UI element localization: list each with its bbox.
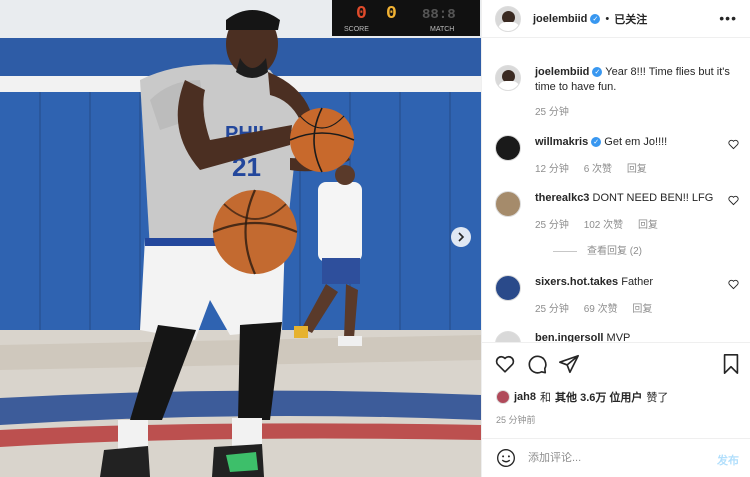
verified-badge-icon: ✓ bbox=[591, 137, 602, 148]
comment-avatar[interactable] bbox=[495, 275, 521, 301]
post-comment-button[interactable]: 发布 bbox=[717, 452, 739, 468]
scoreboard-digit-left: 0 bbox=[356, 4, 367, 24]
more-options-icon[interactable]: ••• bbox=[719, 10, 737, 26]
follow-status-button[interactable]: 已关注 bbox=[614, 11, 647, 27]
scoreboard-label-left: SCORE bbox=[344, 26, 369, 33]
comment-avatar[interactable] bbox=[495, 331, 521, 342]
comment-meta: 12 分钟 6 次赞 回复 bbox=[535, 160, 659, 175]
author-username[interactable]: joelembiid bbox=[533, 13, 587, 25]
comment-username[interactable]: therealkc3 bbox=[535, 192, 589, 204]
heart-icon[interactable] bbox=[728, 139, 739, 150]
author-avatar[interactable] bbox=[495, 5, 521, 32]
emoji-icon[interactable] bbox=[496, 448, 516, 468]
comment-text: therealkc3 DONT NEED BEN!! LFG bbox=[535, 191, 731, 206]
header-dot-separator: • bbox=[605, 12, 610, 25]
post-header: joelembiid ✓ • 已关注 ••• bbox=[482, 0, 750, 38]
caption-text: joelembiid ✓ Year 8!!! Time flies but it'… bbox=[535, 65, 731, 95]
heart-icon[interactable] bbox=[728, 279, 739, 290]
comment-body: Get em Jo!!!! bbox=[604, 136, 668, 148]
liker-avatar[interactable] bbox=[496, 390, 510, 404]
likes-suffix: 赞了 bbox=[646, 392, 669, 404]
comment-body: Father bbox=[621, 276, 654, 288]
comment-time: 25 分钟 bbox=[535, 220, 569, 231]
comment-likes[interactable]: 6 次赞 bbox=[584, 164, 612, 175]
comment-avatar[interactable] bbox=[495, 191, 521, 217]
comment-text: sixers.hot.takes Father bbox=[535, 275, 731, 290]
view-replies-button[interactable]: 查看回复 (2) bbox=[535, 242, 642, 257]
comment-username[interactable]: sixers.hot.takes bbox=[535, 276, 618, 288]
view-replies-label[interactable]: 查看回复 (2) bbox=[587, 246, 642, 257]
scoreboard-label-right: MATCH bbox=[430, 26, 454, 33]
verified-badge-icon: ✓ bbox=[592, 67, 603, 78]
comments-list[interactable]: joelembiid ✓ Year 8!!! Time flies but it'… bbox=[482, 39, 750, 342]
next-photo-button[interactable] bbox=[451, 227, 471, 247]
add-comment-bar: 发布 bbox=[482, 438, 750, 477]
comment-avatar[interactable] bbox=[495, 135, 521, 161]
likes-others[interactable]: 其他 3.6万 位用户 bbox=[555, 389, 642, 405]
comment-reply-button[interactable]: 回复 bbox=[627, 164, 647, 175]
caption-username[interactable]: joelembiid bbox=[535, 66, 589, 78]
liker-username[interactable]: jah8 bbox=[514, 391, 536, 403]
chevron-right-icon bbox=[458, 232, 465, 242]
comment-likes[interactable]: 102 次赞 bbox=[584, 220, 623, 231]
comment-likes[interactable]: 69 次赞 bbox=[584, 304, 618, 315]
comment-body: DONT NEED BEN!! LFG bbox=[592, 192, 714, 204]
post-image: 0 0 88:8 SCORE MATCH PHIL 21 bbox=[0, 0, 481, 477]
post-photo[interactable]: 0 0 88:8 SCORE MATCH PHIL 21 bbox=[0, 0, 481, 477]
comment-bubble-icon[interactable] bbox=[526, 353, 548, 375]
comment-username[interactable]: willmakris bbox=[535, 136, 588, 148]
comment-text: willmakris ✓ Get em Jo!!!! bbox=[535, 135, 731, 150]
scoreboard-digits-right: 88:8 bbox=[422, 7, 456, 23]
comment-meta: 25 分钟 69 次赞 回复 bbox=[535, 300, 664, 315]
comment-username[interactable]: ben.ingersoll bbox=[535, 332, 603, 342]
post-side-panel: joelembiid ✓ • 已关注 ••• joelembiid ✓ Year … bbox=[481, 0, 750, 477]
comment-reply-button[interactable]: 回复 bbox=[632, 304, 652, 315]
likes-summary: jah8 和 其他 3.6万 位用户 赞了 bbox=[496, 389, 668, 405]
post-timestamp[interactable]: 25 分钟前 bbox=[496, 413, 536, 426]
share-plane-icon[interactable] bbox=[558, 353, 580, 375]
caption-time: 25 分钟 bbox=[535, 107, 569, 118]
like-heart-icon[interactable] bbox=[494, 353, 516, 375]
comment-time: 12 分钟 bbox=[535, 164, 569, 175]
comment-meta: 25 分钟 102 次赞 回复 bbox=[535, 216, 670, 231]
comment-time: 25 分钟 bbox=[535, 304, 569, 315]
comment-input[interactable] bbox=[528, 452, 698, 464]
verified-badge-icon: ✓ bbox=[590, 13, 601, 24]
scoreboard-digit-mid: 0 bbox=[386, 4, 397, 24]
likes-and: 和 bbox=[540, 392, 552, 404]
heart-icon[interactable] bbox=[728, 195, 739, 206]
comment-body: MVP bbox=[606, 332, 631, 342]
comment-reply-button[interactable]: 回复 bbox=[638, 220, 658, 231]
comment-text: ben.ingersoll MVP bbox=[535, 331, 731, 342]
bookmark-icon[interactable] bbox=[720, 353, 742, 375]
caption-meta: 25 分钟 bbox=[535, 103, 581, 118]
caption-avatar[interactable] bbox=[495, 65, 521, 91]
replies-line bbox=[553, 250, 577, 252]
post-actions: jah8 和 其他 3.6万 位用户 赞了 25 分钟前 bbox=[482, 342, 750, 438]
